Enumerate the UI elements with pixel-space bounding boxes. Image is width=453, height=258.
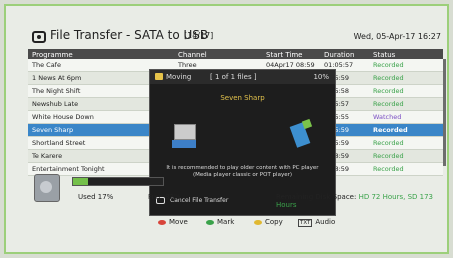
dialog-header: Moving [ 1 of 1 files ] 10%: [150, 70, 335, 84]
status-cell: Watched: [373, 113, 402, 121]
col-status: Status: [373, 51, 396, 59]
programme-cell: 1 News At 6pm: [32, 74, 82, 82]
free-percent: Free 83%: [148, 193, 181, 201]
pc-icon: [172, 124, 198, 148]
channel-cell: Three: [178, 61, 197, 69]
header: File Transfer - SATA to USB [14/17] Wed,…: [6, 6, 447, 48]
file-count: [14/17]: [184, 31, 214, 40]
yellow-button-icon: [254, 219, 262, 225]
disk-usage-bar: [72, 177, 164, 186]
col-channel: Channel: [178, 51, 207, 59]
txt-button-icon: TXT: [298, 219, 313, 227]
move-key[interactable]: Move: [158, 218, 188, 226]
table-header: Programme Channel Start Time Duration St…: [28, 49, 443, 59]
folder-icon: [155, 73, 163, 80]
green-button-icon: [206, 219, 214, 225]
col-start-time: Start Time: [266, 51, 303, 59]
file-transfer-screen: File Transfer - SATA to USB [14/17] Wed,…: [4, 4, 449, 254]
programme-cell: The Night Shift: [32, 87, 81, 95]
audio-key[interactable]: TXT Audio: [298, 218, 335, 227]
move-label: Move: [169, 218, 188, 226]
status-cell: Recorded: [373, 87, 404, 95]
programme-cell: The Cafe: [32, 61, 61, 69]
status-cell: Recorded: [373, 74, 404, 82]
programme-cell: Seven Sharp: [32, 126, 74, 134]
copy-key[interactable]: Copy: [254, 218, 283, 226]
mark-key[interactable]: Mark: [206, 218, 234, 226]
datetime: Wed, 05-Apr-17 16:27: [353, 32, 441, 41]
used-percent: Used 17%: [78, 193, 114, 201]
remaining-label: Remaining Disk Space:: [276, 193, 357, 201]
mark-label: Mark: [217, 218, 235, 226]
files-progress: [ 1 of 1 files ]: [210, 73, 257, 81]
remaining-space: Remaining Disk Space: HD 72 Hours, SD 17…: [276, 193, 443, 209]
disk-usage-panel: Used 17% Free 83% Remaining Disk Space: …: [28, 170, 443, 209]
status-cell: Recorded: [373, 139, 404, 147]
programme-cell: Shortland Street: [32, 139, 86, 147]
programme-cell: Newshub Late: [32, 100, 79, 108]
status-cell: Recorded: [373, 126, 408, 134]
usb-icon: [289, 118, 313, 148]
moving-label: Moving: [166, 73, 192, 81]
col-duration: Duration: [324, 51, 355, 59]
audio-label: Audio: [315, 218, 336, 226]
start-cell: 04Apr17 08:59: [266, 61, 315, 69]
col-programme: Programme: [32, 51, 73, 59]
record-icon: [32, 31, 46, 43]
hd-hours: HD 72 Hours,: [358, 193, 406, 201]
status-cell: Recorded: [373, 100, 404, 108]
red-button-icon: [158, 219, 166, 225]
programme-cell: White House Down: [32, 113, 94, 121]
scrollbar[interactable]: [443, 59, 446, 166]
disk-usage-fill: [73, 178, 89, 185]
status-cell: Recorded: [373, 61, 404, 69]
hard-drive-icon: [34, 174, 60, 202]
duration-cell: 01:05:57: [324, 61, 354, 69]
status-cell: Recorded: [373, 152, 404, 160]
transfer-percent: 10%: [313, 73, 329, 81]
copy-label: Copy: [265, 218, 283, 226]
programme-cell: Te Karere: [32, 152, 63, 160]
transfer-programme: Seven Sharp: [220, 94, 265, 102]
key-legend: Move Mark Copy TXT Audio: [6, 216, 447, 230]
